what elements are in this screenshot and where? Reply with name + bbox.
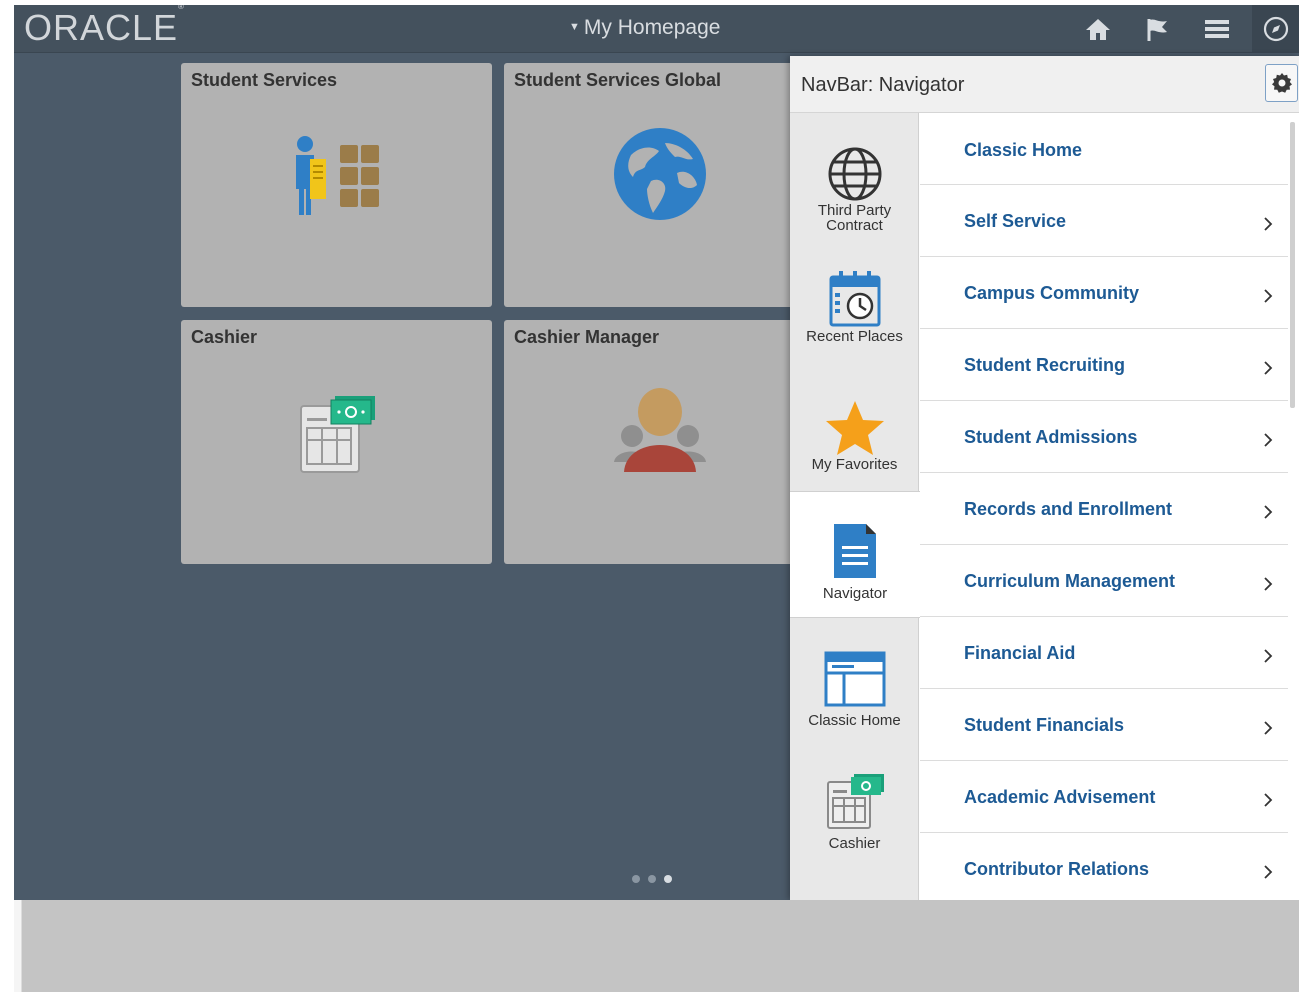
home-icon[interactable] <box>1084 15 1112 43</box>
chevron-right-icon <box>1264 865 1273 879</box>
nav-item-student-financials[interactable]: Student Financials <box>920 689 1288 761</box>
navbar-tabs: Third Party Contract Recent Places My Fa… <box>790 113 920 900</box>
tab-label: Classic Home <box>808 712 901 729</box>
tile-title: Student Services Global <box>514 70 722 90</box>
navbar-button[interactable] <box>1252 5 1299 53</box>
star-icon <box>825 401 884 455</box>
nav-item-campus-community[interactable]: Campus Community <box>920 257 1288 329</box>
tile-student-services-global[interactable]: Student Services Global <box>504 63 815 307</box>
tab-third-party-contract[interactable]: Third Party Contract <box>790 113 919 239</box>
chevron-right-icon <box>1264 649 1273 663</box>
manager-people-icon <box>504 386 815 480</box>
document-icon <box>834 524 876 578</box>
tile-student-services[interactable]: Student Services <box>181 63 492 307</box>
navbar-panel: NavBar: Navigator Third Party Contract R… <box>790 56 1299 900</box>
nav-item-records-and-enrollment[interactable]: Records and Enrollment <box>920 473 1288 545</box>
nav-item-label: Records and Enrollment <box>964 499 1173 519</box>
tab-cashier[interactable]: Cashier <box>790 744 919 870</box>
chevron-right-icon <box>1264 289 1273 303</box>
cashier-register-icon <box>181 392 492 476</box>
student-services-icon <box>181 135 492 219</box>
globe-icon <box>504 125 815 223</box>
tile-cashier[interactable]: Cashier <box>181 320 492 564</box>
gear-icon <box>1271 73 1292 93</box>
tile-title: Student Services <box>191 70 338 90</box>
tab-classic-home[interactable]: Classic Home <box>790 618 919 744</box>
nav-item-curriculum-management[interactable]: Curriculum Management <box>920 545 1288 617</box>
chevron-right-icon <box>1264 433 1273 447</box>
nav-item-label: Student Financials <box>964 715 1125 735</box>
menu-icon[interactable] <box>1203 15 1231 43</box>
calendar-clock-icon <box>829 271 880 327</box>
nav-item-label: Self Service <box>964 211 1067 231</box>
nav-item-label: Campus Community <box>964 283 1140 303</box>
oracle-logo: ORACLE® <box>24 5 185 48</box>
cashier-register-icon <box>826 774 884 829</box>
tab-label: Cashier <box>828 835 881 852</box>
chevron-right-icon <box>1264 361 1273 375</box>
page-dot[interactable] <box>632 875 640 883</box>
nav-item-academic-advisement[interactable]: Academic Advisement <box>920 761 1288 833</box>
navbar-settings-button[interactable] <box>1265 64 1298 102</box>
chevron-right-icon <box>1264 505 1273 519</box>
navbar-header: NavBar: Navigator <box>790 56 1299 113</box>
window-icon <box>824 651 885 707</box>
nav-item-financial-aid[interactable]: Financial Aid <box>920 617 1288 689</box>
nav-item-student-admissions[interactable]: Student Admissions <box>920 401 1288 473</box>
nav-item-classic-home[interactable]: Classic Home <box>920 113 1288 185</box>
tab-label: Recent Places <box>806 328 903 345</box>
chevron-right-icon <box>1264 721 1273 735</box>
tile-title: Cashier Manager <box>514 327 660 347</box>
nav-item-label: Curriculum Management <box>964 571 1176 591</box>
navbar-title: NavBar: Navigator <box>801 74 965 96</box>
left-strip <box>14 900 22 992</box>
nav-item-self-service[interactable]: Self Service <box>920 185 1288 257</box>
tab-label: Third Party Contract <box>817 202 892 234</box>
tile-title: Cashier <box>191 327 258 347</box>
nav-item-label: Academic Advisement <box>964 787 1156 807</box>
flag-icon[interactable] <box>1144 15 1172 43</box>
page-dot-active[interactable] <box>664 875 672 883</box>
nav-item-label: Student Recruiting <box>964 355 1125 375</box>
nav-item-label: Financial Aid <box>964 643 1076 663</box>
scrollbar-thumb[interactable] <box>1290 122 1295 408</box>
navigator-list: Classic Home Self Service Campus Communi… <box>920 113 1288 900</box>
homepage-title: My Homepage <box>583 16 721 39</box>
nav-item-label: Classic Home <box>964 140 1083 160</box>
page-dot[interactable] <box>648 875 656 883</box>
nav-item-label: Contributor Relations <box>964 859 1149 879</box>
nav-item-contributor-relations[interactable]: Contributor Relations <box>920 833 1288 900</box>
globe-icon <box>828 147 881 201</box>
chevron-right-icon <box>1264 217 1273 231</box>
homepage-selector[interactable]: ▼ My Homepage <box>569 16 720 40</box>
page-indicator <box>632 875 672 883</box>
app-window: ORACLE® ▼ My Homepage Student Services S… <box>14 5 1299 900</box>
tab-label: My Favorites <box>811 456 898 473</box>
caret-down-icon: ▼ <box>569 21 580 33</box>
tab-my-favorites[interactable]: My Favorites <box>790 365 919 491</box>
screen: ORACLE® ▼ My Homepage Student Services S… <box>0 0 1299 992</box>
chevron-right-icon <box>1264 793 1273 807</box>
compass-icon <box>1263 16 1288 42</box>
tab-navigator[interactable]: Navigator <box>790 491 920 618</box>
tab-label: Navigator <box>822 585 888 602</box>
header-bar: ORACLE® ▼ My Homepage <box>14 5 1299 53</box>
nav-item-student-recruiting[interactable]: Student Recruiting <box>920 329 1288 401</box>
nav-item-label: Student Admissions <box>964 427 1138 447</box>
chevron-right-icon <box>1264 577 1273 591</box>
bottom-area <box>22 900 1299 992</box>
tile-cashier-manager[interactable]: Cashier Manager <box>504 320 815 564</box>
tab-recent-places[interactable]: Recent Places <box>790 239 919 365</box>
